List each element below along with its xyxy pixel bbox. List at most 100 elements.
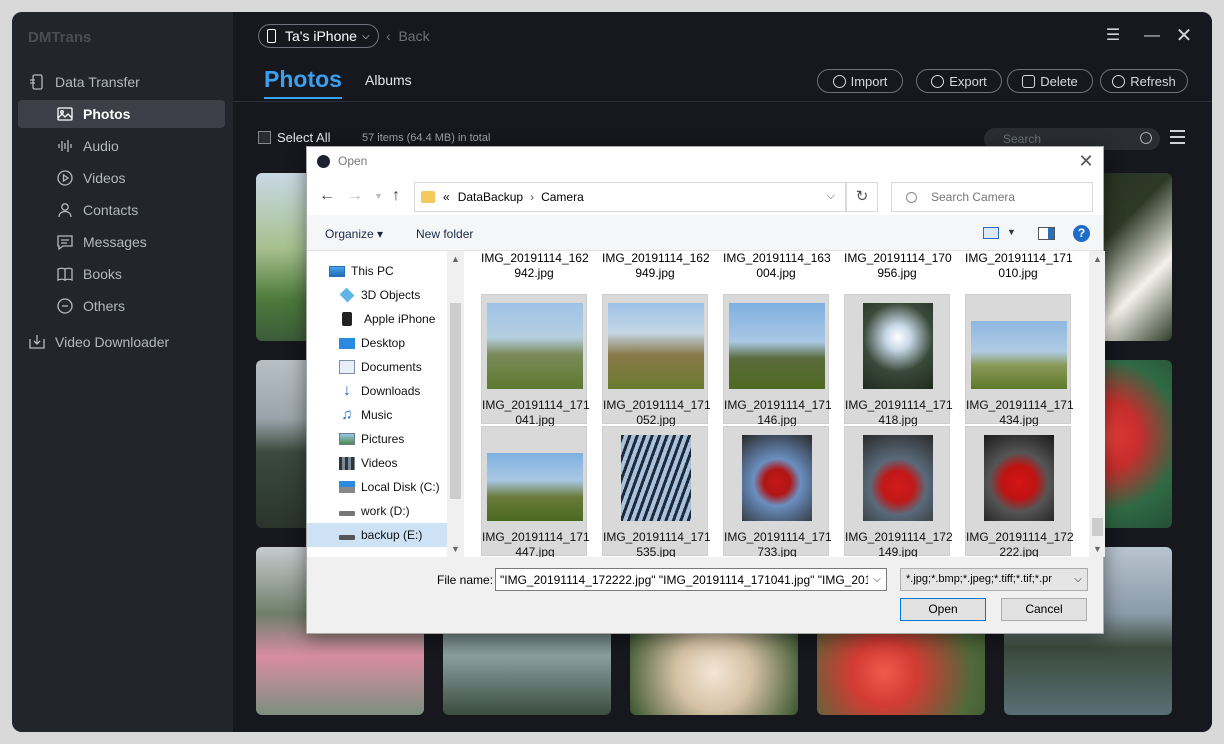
file-item[interactable]: IMG_20191114_172 149.jpg bbox=[844, 426, 953, 557]
file-name: IMG_20191114_171 146.jpg bbox=[724, 398, 832, 427]
file-item[interactable]: IMG_20191114_170 956.jpg bbox=[844, 251, 952, 289]
organize-menu[interactable]: Organize ▾ bbox=[325, 227, 383, 241]
scroll-up-icon[interactable]: ▲ bbox=[451, 254, 460, 264]
export-icon bbox=[931, 74, 945, 88]
tree-item-apple-iphone[interactable]: Apple iPhone bbox=[307, 307, 447, 331]
file-type-value: *.jpg;*.bmp;*.jpeg;*.tiff;*.tif;*.pr bbox=[906, 573, 1052, 585]
tree-item-this-pc[interactable]: This PC bbox=[307, 259, 447, 283]
tree-item-music[interactable]: ♫ Music bbox=[307, 403, 447, 427]
app-brand: DMTrans bbox=[28, 29, 92, 46]
sidebar-item-label: Video Downloader bbox=[55, 334, 170, 350]
select-all-checkbox[interactable]: Select All bbox=[258, 130, 330, 145]
help-icon[interactable]: ? bbox=[1073, 225, 1090, 242]
scrollbar-thumb[interactable] bbox=[1092, 518, 1103, 536]
sidebar-item-others[interactable]: Others bbox=[18, 292, 225, 320]
tree-scrollbar[interactable]: ▲ ▼ bbox=[447, 251, 464, 557]
file-item[interactable]: IMG_20191114_171 434.jpg bbox=[965, 294, 1074, 427]
sidebar-item-books[interactable]: Books bbox=[18, 260, 225, 288]
forward-arrow-icon[interactable]: → bbox=[347, 187, 363, 205]
phone-icon bbox=[267, 29, 276, 43]
close-button[interactable]: ✕ bbox=[1174, 26, 1194, 46]
cancel-button[interactable]: Cancel bbox=[1001, 598, 1087, 621]
sidebar-item-label: Photos bbox=[83, 106, 131, 122]
up-arrow-icon[interactable]: ↑ bbox=[392, 187, 400, 205]
tab-albums[interactable]: Albums bbox=[365, 72, 412, 88]
new-folder-button[interactable]: New folder bbox=[416, 227, 473, 241]
breadcrumb-databackup[interactable]: DataBackup bbox=[458, 190, 523, 204]
preview-pane-icon[interactable] bbox=[1038, 227, 1055, 240]
scrollbar-thumb[interactable] bbox=[450, 303, 461, 499]
file-thumbnail bbox=[971, 321, 1067, 389]
file-item[interactable]: IMG_20191114_162 949.jpg bbox=[602, 251, 710, 289]
sidebar-item-video-downloader[interactable]: Video Downloader bbox=[18, 328, 225, 356]
tab-photos[interactable]: Photos bbox=[264, 66, 342, 99]
tree-item-documents[interactable]: Documents bbox=[307, 355, 447, 379]
chevron-down-icon[interactable]: ⌵ bbox=[827, 190, 835, 203]
sidebar-item-audio[interactable]: Audio bbox=[18, 132, 225, 160]
tree-item-backup-e[interactable]: backup (E:) bbox=[307, 523, 447, 547]
tree-item-label: Documents bbox=[361, 360, 422, 374]
scroll-down-icon[interactable]: ▼ bbox=[451, 544, 460, 554]
chevron-down-icon[interactable]: ⌵ bbox=[1069, 569, 1087, 590]
file-item[interactable]: IMG_20191114_171 146.jpg bbox=[723, 294, 832, 427]
file-item[interactable]: IMG_20191114_171 535.jpg bbox=[602, 426, 711, 557]
back-button[interactable]: ‹ Back bbox=[386, 28, 430, 44]
file-item[interactable]: IMG_20191114_172 222.jpg bbox=[965, 426, 1074, 557]
close-icon[interactable]: ✕ bbox=[1077, 151, 1095, 172]
file-grid-scrollbar[interactable]: ▲ ▼ bbox=[1089, 251, 1105, 557]
file-name: IMG_20191114_162 949.jpg bbox=[602, 251, 710, 280]
file-thumbnail bbox=[729, 303, 825, 389]
tree-item-pictures[interactable]: Pictures bbox=[307, 427, 447, 451]
recent-locations-icon[interactable]: ▼ bbox=[374, 191, 383, 201]
select-all-label: Select All bbox=[277, 130, 331, 145]
dialog-search-input[interactable]: Search Camera bbox=[891, 182, 1093, 212]
import-icon bbox=[832, 74, 846, 88]
breadcrumb-camera[interactable]: Camera bbox=[541, 190, 584, 204]
file-item[interactable]: IMG_20191114_171 052.jpg bbox=[602, 294, 711, 427]
chevron-down-icon: ⌵ bbox=[361, 30, 370, 42]
tree-item-downloads[interactable]: ↓ Downloads bbox=[307, 379, 447, 403]
tree-item-3d-objects[interactable]: 3D Objects bbox=[307, 283, 447, 307]
scroll-down-icon[interactable]: ▼ bbox=[1093, 544, 1102, 554]
tree-item-desktop[interactable]: Desktop bbox=[307, 331, 447, 355]
tree-item-work-d[interactable]: work (D:) bbox=[307, 499, 447, 523]
file-item[interactable]: IMG_20191114_171 041.jpg bbox=[481, 294, 590, 427]
file-type-select[interactable]: *.jpg;*.bmp;*.jpeg;*.tiff;*.tif;*.pr ⌵ bbox=[900, 568, 1088, 591]
navigation-tree: This PC 3D Objects Apple iPhone Desktop … bbox=[307, 251, 447, 557]
chevron-down-icon[interactable]: ⌵ bbox=[868, 569, 886, 590]
sidebar-item-photos[interactable]: Photos bbox=[18, 100, 225, 128]
file-item[interactable]: IMG_20191114_171 733.jpg bbox=[723, 426, 832, 557]
file-name-input[interactable]: "IMG_20191114_172222.jpg" "IMG_20191114_… bbox=[495, 568, 887, 591]
file-item[interactable]: IMG_20191114_162 942.jpg bbox=[481, 251, 589, 289]
sidebar-item-messages[interactable]: Messages bbox=[18, 228, 225, 256]
checkbox[interactable] bbox=[258, 131, 271, 144]
device-selector[interactable]: Ta's iPhone ⌵ bbox=[258, 24, 379, 48]
message-icon bbox=[57, 235, 73, 251]
sidebar-item-data-transfer[interactable]: Data Transfer bbox=[18, 68, 225, 96]
file-item[interactable]: IMG_20191114_171 447.jpg bbox=[481, 426, 590, 557]
open-button[interactable]: Open bbox=[900, 598, 986, 621]
scroll-up-icon[interactable]: ▲ bbox=[1093, 254, 1102, 264]
tree-item-videos[interactable]: Videos bbox=[307, 451, 447, 475]
minimize-button[interactable]: — bbox=[1142, 26, 1162, 46]
refresh-button[interactable]: Refresh bbox=[1100, 69, 1188, 93]
dialog-titlebar: Open ✕ bbox=[307, 147, 1103, 175]
phone-icon bbox=[342, 312, 352, 326]
file-item[interactable]: IMG_20191114_163 004.jpg bbox=[723, 251, 831, 289]
breadcrumb-overflow[interactable]: « bbox=[443, 190, 450, 204]
back-arrow-icon[interactable]: ← bbox=[319, 187, 335, 205]
refresh-icon[interactable]: ↻ bbox=[846, 182, 878, 212]
view-options-icon[interactable] bbox=[983, 227, 999, 239]
list-view-icon[interactable] bbox=[1170, 130, 1185, 144]
tree-item-local-disk-c[interactable]: Local Disk (C:) bbox=[307, 475, 447, 499]
import-button[interactable]: Import bbox=[817, 69, 903, 93]
file-item[interactable]: IMG_20191114_171 010.jpg bbox=[965, 251, 1073, 289]
delete-button[interactable]: Delete bbox=[1007, 69, 1093, 93]
sidebar-item-contacts[interactable]: Contacts bbox=[18, 196, 225, 224]
file-item[interactable]: IMG_20191114_171 418.jpg bbox=[844, 294, 953, 427]
sidebar-item-videos[interactable]: Videos bbox=[18, 164, 225, 192]
export-button[interactable]: Export bbox=[916, 69, 1002, 93]
menu-icon[interactable]: ☰ bbox=[1103, 26, 1123, 46]
chevron-down-icon[interactable]: ▼ bbox=[1007, 227, 1016, 237]
address-bar[interactable]: « DataBackup › Camera ⌵ bbox=[414, 182, 846, 212]
